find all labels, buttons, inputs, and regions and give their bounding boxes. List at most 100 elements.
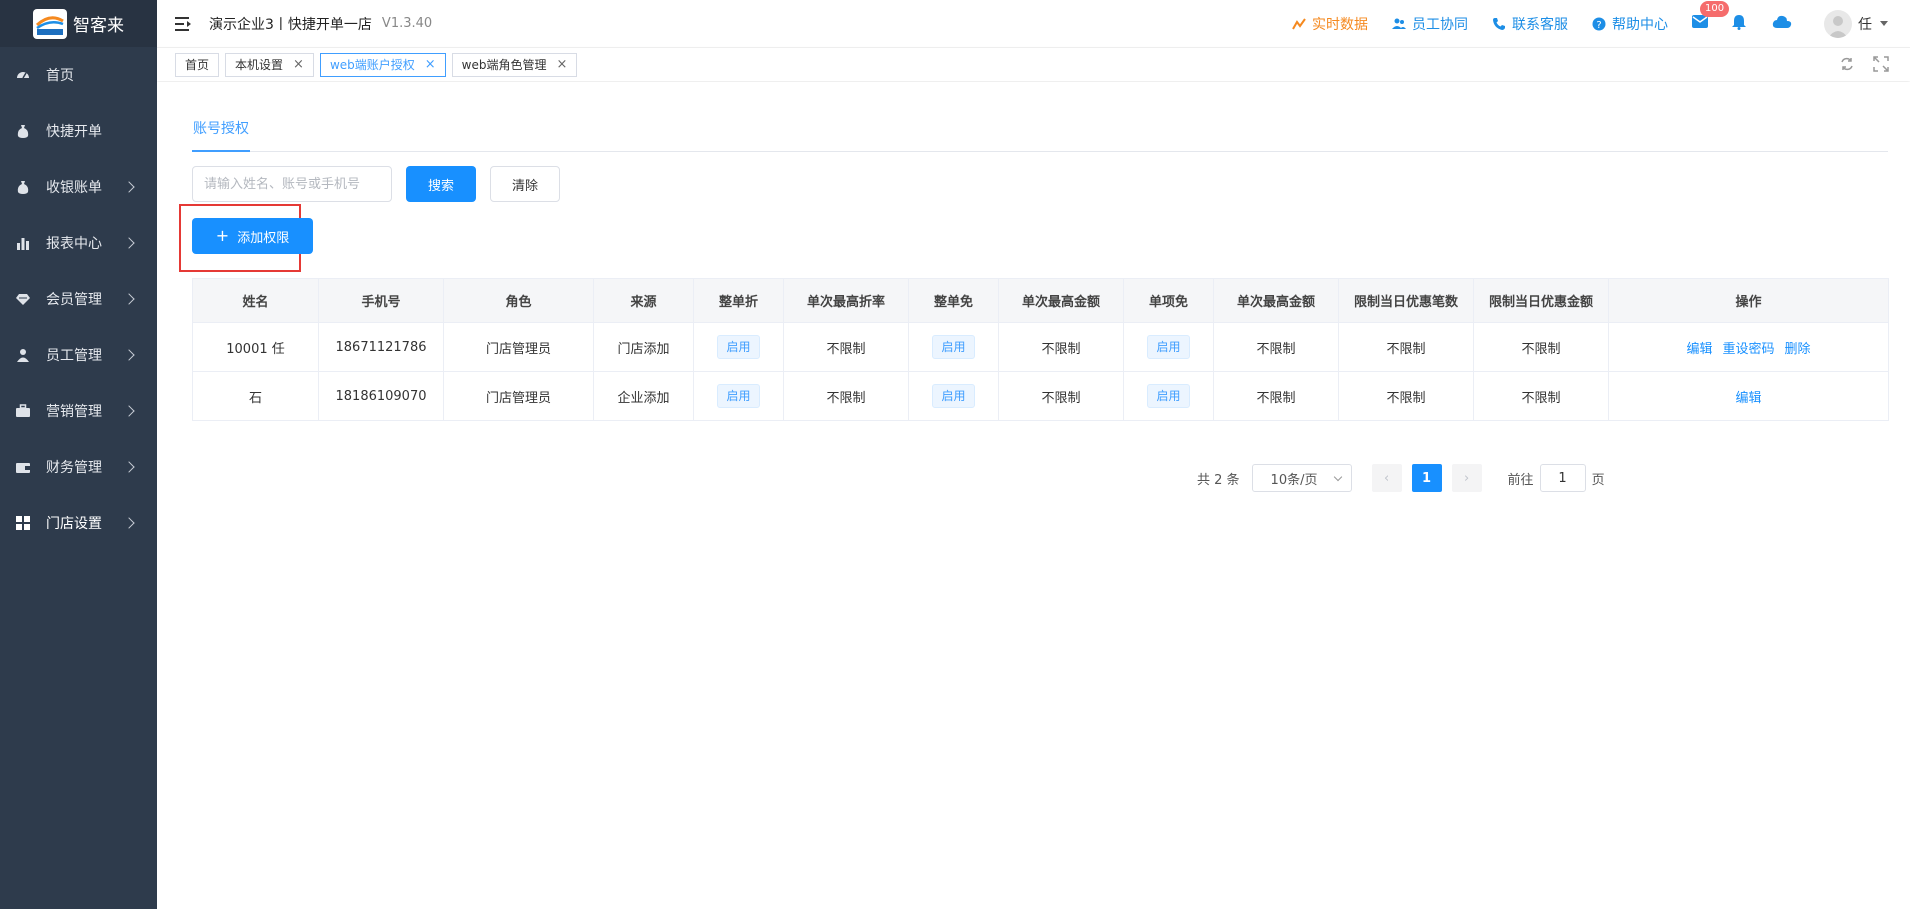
sidebar-item-4[interactable]: 会员管理 (0, 271, 157, 327)
status-badge: 启用 (932, 335, 975, 359)
column-header: 角色 (443, 278, 594, 323)
table-cell-item-max-amount: 不限制 (1213, 371, 1339, 421)
sidebar-item-2[interactable]: 收银账单 (0, 159, 157, 215)
table-cell-whole-free: 启用 (908, 371, 999, 421)
trend-icon (1292, 17, 1306, 31)
clear-button[interactable]: 清除 (490, 166, 560, 202)
next-page-button[interactable]: › (1451, 464, 1482, 492)
plus-icon: + (215, 226, 230, 245)
main-content: 账号授权 搜索 清除 + 添加权限 姓名手机号角色来源整单折单次最高折率整单免单… (157, 82, 1910, 909)
table-cell-source: 门店添加 (593, 322, 694, 372)
help-center-label: 帮助中心 (1612, 16, 1668, 33)
table-cell-max-rate: 不限制 (783, 322, 909, 372)
column-header: 限制当日优惠金额 (1473, 278, 1609, 323)
users-icon (1392, 17, 1406, 31)
chevron-down-icon (1333, 472, 1342, 482)
table-cell-phone: 18186109070 (318, 371, 444, 421)
pagination-total: 共 2 条 (1197, 472, 1240, 488)
cloud-button[interactable] (1772, 15, 1792, 33)
sidebar-item-label: 报表中心 (46, 236, 102, 252)
table-body: 10001 任 18671121786 门店管理员 门店添加 启用 不限制 启用 不限制 启用不… (192, 322, 1889, 421)
fullscreen-icon[interactable] (1872, 55, 1890, 73)
sidebar-item-label: 员工管理 (46, 348, 102, 364)
sidebar-item-1[interactable]: 快捷开单 (0, 103, 157, 159)
logo-image (33, 8, 67, 39)
chevron-right-icon (123, 461, 135, 473)
edit-link[interactable]: 编辑 (1735, 391, 1761, 406)
delete-link[interactable]: 删除 (1785, 342, 1811, 357)
prev-page-button[interactable]: ‹ (1371, 464, 1402, 492)
goto-label: 前往 (1507, 472, 1534, 488)
notification-button[interactable] (1732, 14, 1746, 34)
mail-button[interactable]: 100 (1692, 1, 1730, 32)
grid-icon (16, 516, 30, 530)
sidebar-item-7[interactable]: 财务管理 (0, 439, 157, 495)
close-icon[interactable]: × (557, 57, 568, 72)
chevron-right-icon: › (1463, 470, 1470, 486)
add-permission-button[interactable]: + 添加权限 (192, 218, 313, 254)
sidebar-item-8[interactable]: 门店设置 (0, 495, 157, 551)
page-number-current[interactable]: 1 (1411, 464, 1442, 492)
sidebar-item-3[interactable]: 报表中心 (0, 215, 157, 271)
tabs-tools (1838, 55, 1890, 73)
table-cell-name: 石 (192, 371, 319, 421)
tab-label: 本机设置 (235, 58, 284, 72)
chevron-right-icon (123, 349, 135, 361)
search-button[interactable]: 搜索 (406, 166, 476, 202)
tab-1[interactable]: 本机设置 × (225, 52, 314, 77)
column-header: 限制当日优惠笔数 (1338, 278, 1474, 323)
cloud-icon (1772, 15, 1792, 33)
table-cell-daily-count: 不限制 (1338, 371, 1474, 421)
chevron-right-icon (123, 517, 135, 529)
page-breadcrumb: 演示企业3丨快捷开单一店 (209, 16, 372, 33)
mail-icon (1692, 15, 1708, 32)
tab-2[interactable]: web端账户授权 × (319, 52, 446, 77)
reset-password-link[interactable]: 重设密码 (1722, 342, 1774, 357)
pagination: 共 2 条 10条/页 ‹ 1 › 前往 页 (1197, 464, 1605, 492)
top-header: 演示企业3丨快捷开单一店 V1.3.40 实时数据 员工协同 联系客服 ? 帮助… (157, 0, 1910, 47)
edit-link[interactable]: 编辑 (1686, 342, 1712, 357)
sidebar-item-0[interactable]: 首页 (0, 47, 157, 103)
refresh-icon[interactable] (1838, 55, 1856, 73)
user-name[interactable]: 任 (1858, 14, 1872, 34)
contact-support-link[interactable]: 联系客服 (1492, 14, 1568, 34)
realtime-data-label: 实时数据 (1312, 16, 1368, 33)
sidebar-nav: 首页 快捷开单 收银账单报表中心会员管理员工管理营销管理财务管理 门店设置 (0, 47, 157, 551)
subtab-account-auth[interactable]: 账号授权 (192, 118, 250, 152)
staff-collab-label: 员工协同 (1412, 16, 1468, 33)
user-menu-caret-icon[interactable] (1880, 21, 1888, 26)
page-size-select[interactable]: 10条/页 (1251, 464, 1352, 492)
accounts-table: 姓名 手机号 角色 来源 整单折 单次最高折率 整单免 单次最高金额 单项免 单次最高金额 限制当日… (192, 278, 1889, 421)
column-header: 手机号 (318, 278, 444, 323)
status-badge: 启用 (717, 335, 760, 359)
column-header: 操作 (1608, 278, 1889, 323)
status-badge: 启用 (1147, 384, 1190, 408)
search-input[interactable] (192, 166, 392, 202)
sidebar-item-label: 营销管理 (46, 404, 102, 420)
tab-3[interactable]: web端角色管理 × (451, 52, 578, 77)
menu-toggle-icon[interactable] (175, 16, 191, 31)
briefcase-icon (16, 404, 30, 418)
avatar[interactable] (1824, 9, 1852, 38)
chevron-left-icon: ‹ (1383, 470, 1390, 486)
help-center-link[interactable]: ? 帮助中心 (1592, 14, 1668, 34)
search-row: 搜索 清除 (192, 166, 560, 202)
table-cell-max-amount: 不限制 (998, 371, 1124, 421)
goto-suffix: 页 (1591, 472, 1605, 488)
goto-page-input[interactable] (1539, 464, 1586, 492)
chevron-right-icon (123, 181, 135, 193)
table-cell-item-max-amount: 不限制 (1213, 322, 1339, 372)
realtime-data-link[interactable]: 实时数据 (1292, 14, 1368, 34)
sidebar-item-6[interactable]: 营销管理 (0, 383, 157, 439)
table-cell-whole-discount: 启用 (693, 322, 784, 372)
highlight-box: + 添加权限 (179, 204, 313, 272)
logo[interactable]: 智客来 (0, 0, 157, 47)
close-icon[interactable]: × (293, 57, 304, 72)
table-cell-name: 10001 任 (192, 322, 319, 372)
tab-0[interactable]: 首页 (175, 52, 220, 77)
status-badge: 启用 (1147, 335, 1190, 359)
staff-collab-link[interactable]: 员工协同 (1392, 14, 1468, 34)
table-header-row: 姓名 手机号 角色 来源 整单折 单次最高折率 整单免 单次最高金额 单项免 单次最高金额 限制当日… (192, 278, 1889, 323)
close-icon[interactable]: × (425, 57, 436, 72)
sidebar-item-5[interactable]: 员工管理 (0, 327, 157, 383)
